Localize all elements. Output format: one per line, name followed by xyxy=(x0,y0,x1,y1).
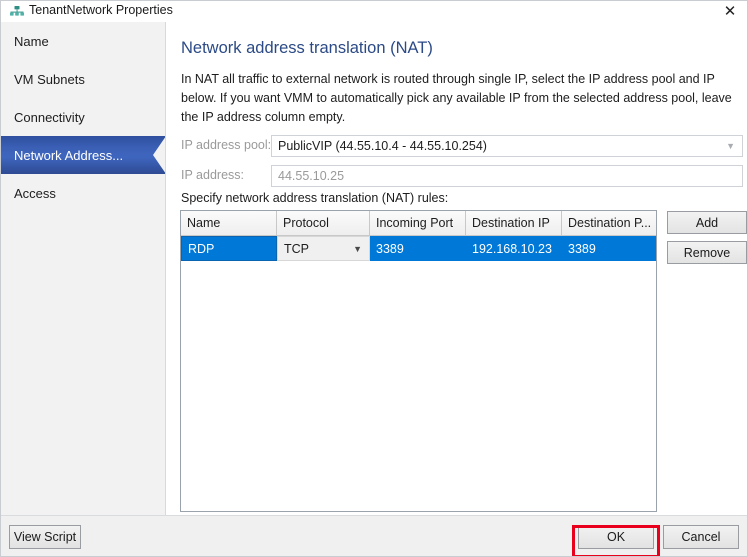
remove-button[interactable]: Remove xyxy=(667,241,747,264)
column-header-protocol[interactable]: Protocol xyxy=(277,211,370,235)
cell-destination-port[interactable]: 3389 xyxy=(562,236,656,261)
sidebar-item-connectivity[interactable]: Connectivity xyxy=(1,98,165,136)
add-button[interactable]: Add xyxy=(667,211,747,234)
sidebar-item-label: Name xyxy=(14,33,49,49)
column-header-destination-ip[interactable]: Destination IP xyxy=(466,211,562,235)
view-script-button[interactable]: View Script xyxy=(9,525,81,549)
sidebar-item-name[interactable]: Name xyxy=(1,22,165,60)
close-icon[interactable]: ✕ xyxy=(713,1,747,22)
nat-rules-caption: Specify network address translation (NAT… xyxy=(181,191,449,205)
cell-destination-ip[interactable]: 192.168.10.23 xyxy=(466,236,562,261)
sidebar-item-label: Connectivity xyxy=(14,109,85,125)
content-panel: Network address translation (NAT) In NAT… xyxy=(167,22,747,515)
cancel-button[interactable]: Cancel xyxy=(663,525,739,549)
properties-dialog: TenantNetwork Properties ✕ Name VM Subne… xyxy=(0,0,748,557)
page-description: In NAT all traffic to external network i… xyxy=(181,72,732,124)
dialog-footer: View Script OK Cancel xyxy=(1,515,747,556)
table-header-row: Name Protocol Incoming Port Destination … xyxy=(181,211,656,236)
ip-address-value: 44.55.10.25 xyxy=(278,169,345,183)
sidebar: Name VM Subnets Connectivity Network Add… xyxy=(1,22,166,515)
ip-address-pool-select[interactable]: PublicVIP (44.55.10.4 - 44.55.10.254) ▼ xyxy=(271,135,743,157)
cell-protocol-value: TCP xyxy=(284,241,309,256)
ip-address-pool-value: PublicVIP (44.55.10.4 - 44.55.10.254) xyxy=(278,139,487,153)
sidebar-item-label: Network Address... xyxy=(14,147,124,163)
page-title: Network address translation (NAT) xyxy=(181,39,433,57)
dialog-body: Name VM Subnets Connectivity Network Add… xyxy=(1,22,747,515)
ok-button[interactable]: OK xyxy=(578,525,654,549)
selection-notch-icon xyxy=(153,136,165,174)
sidebar-item-access[interactable]: Access xyxy=(1,174,165,212)
title-bar: TenantNetwork Properties ✕ xyxy=(1,1,747,22)
ip-address-pool-label: IP address pool: xyxy=(181,138,272,152)
window-title: TenantNetwork Properties xyxy=(29,3,173,17)
sidebar-item-network-address[interactable]: Network Address... xyxy=(1,136,165,174)
ip-address-input[interactable]: 44.55.10.25 xyxy=(271,165,743,187)
table-row[interactable]: RDP TCP ▼ 3389 192.168.10.23 3389 xyxy=(181,236,656,261)
network-properties-icon xyxy=(9,5,25,19)
sidebar-item-label: Access xyxy=(14,185,56,201)
nat-rules-table[interactable]: Name Protocol Incoming Port Destination … xyxy=(180,210,657,512)
column-header-incoming-port[interactable]: Incoming Port xyxy=(370,211,466,235)
chevron-down-icon: ▼ xyxy=(726,141,735,151)
column-header-name[interactable]: Name xyxy=(181,211,277,235)
column-header-destination-port[interactable]: Destination P... xyxy=(562,211,656,235)
chevron-down-icon: ▼ xyxy=(353,243,362,254)
cell-protocol-select[interactable]: TCP ▼ xyxy=(277,236,370,261)
ip-address-label: IP address: xyxy=(181,168,245,182)
sidebar-item-label: VM Subnets xyxy=(14,71,85,87)
cell-name[interactable]: RDP xyxy=(181,236,277,261)
sidebar-item-vm-subnets[interactable]: VM Subnets xyxy=(1,60,165,98)
cell-incoming-port[interactable]: 3389 xyxy=(370,236,466,261)
